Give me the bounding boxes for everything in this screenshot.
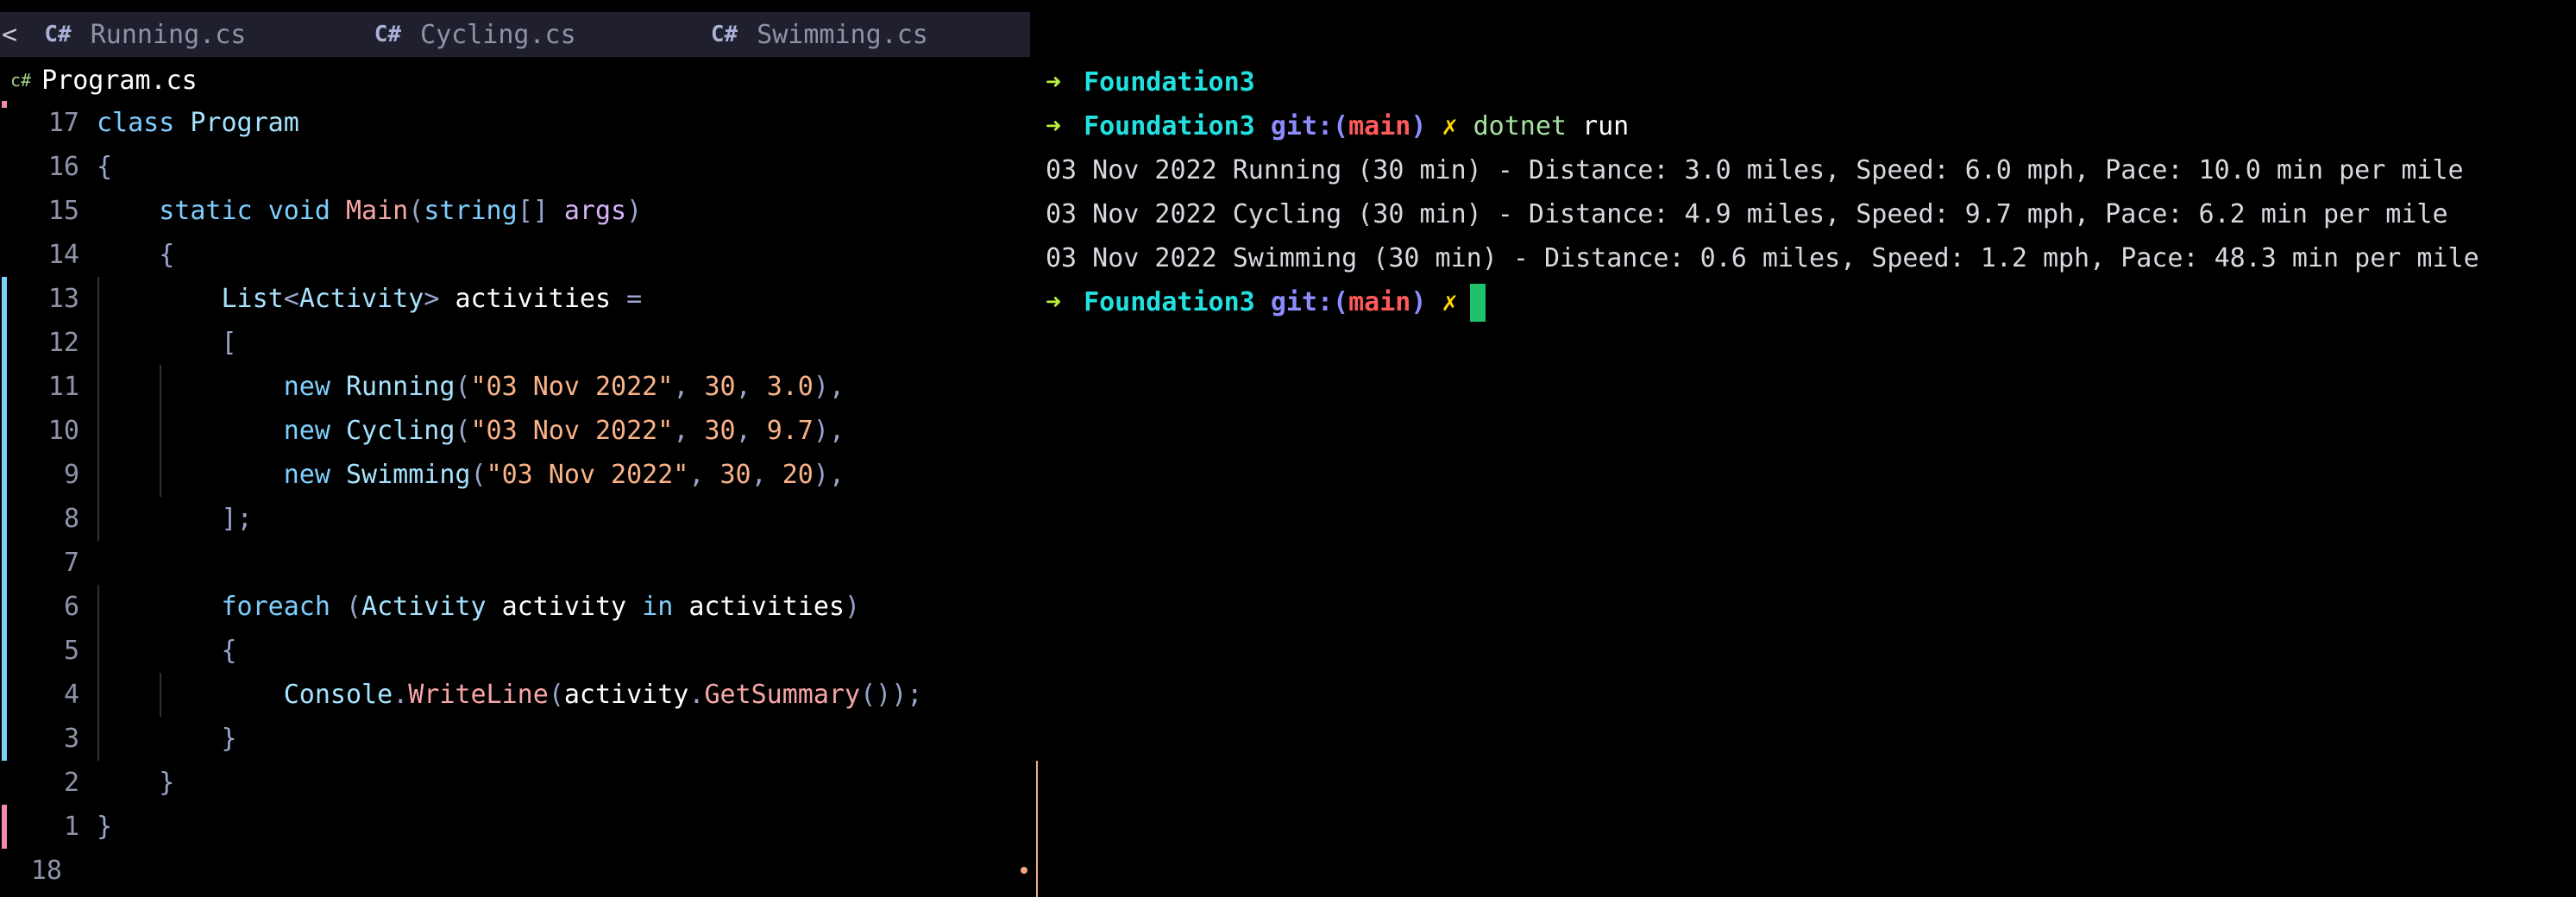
line-number: 10: [47, 416, 79, 446]
line-text: List<Activity> activities =: [221, 284, 643, 314]
pane-divider[interactable]: [1036, 761, 1038, 897]
terminal-prompt-line: ➜ Foundation3: [1046, 60, 2573, 104]
code-line[interactable]: 13 List<Activity> activities =: [0, 277, 1027, 321]
line-text: class Program: [97, 108, 299, 138]
git-suffix: ): [1411, 111, 1427, 141]
line-text: {: [221, 636, 237, 666]
line-number: 18: [30, 856, 62, 886]
line-number: 13: [47, 284, 79, 314]
git-suffix: ): [1411, 287, 1427, 317]
prompt-arrow-icon: ➜: [1046, 67, 1062, 97]
winbar-filename[interactable]: Program.cs: [41, 66, 198, 96]
tab-label: Swimming.cs: [757, 19, 928, 50]
line-number: 5: [63, 636, 79, 666]
tab-running[interactable]: C# Running.cs: [27, 20, 356, 50]
line-number: 2: [63, 768, 79, 798]
terminal-pane[interactable]: ➜ Foundation3 ➜ Foundation3 git:(main) ✗…: [1046, 60, 2573, 324]
line-text: static void Main(string[] args): [159, 196, 643, 226]
code-line[interactable]: 12 [: [0, 321, 1027, 365]
modified-indicator-dot: [1021, 867, 1027, 874]
line-number: 15: [47, 196, 79, 226]
csharp-file-icon: C#: [44, 22, 72, 47]
line-number: 6: [63, 592, 79, 622]
line-number: 8: [63, 504, 79, 534]
code-line[interactable]: 2 }: [0, 761, 1027, 805]
prompt-dir: Foundation3: [1084, 287, 1255, 317]
terminal-output-line: 03 Nov 2022 Swimming (30 min) - Distance…: [1046, 243, 2479, 273]
prompt-dir: Foundation3: [1084, 67, 1255, 97]
csharp-file-icon: C#: [710, 22, 738, 47]
code-line[interactable]: 17 class Program: [0, 101, 1027, 145]
git-dirty-icon: ✗: [1442, 111, 1458, 141]
line-number: 14: [47, 240, 79, 270]
code-line[interactable]: 16 {: [0, 145, 1027, 189]
line-text: ];: [221, 504, 253, 534]
terminal-cursor[interactable]: [1469, 283, 1486, 322]
code-line[interactable]: 10 new Cycling("03 Nov 2022", 30, 9.7),: [0, 409, 1027, 453]
code-line[interactable]: 15 static void Main(string[] args): [0, 189, 1027, 233]
code-line[interactable]: 3 }: [0, 717, 1027, 761]
git-dirty-icon: ✗: [1442, 287, 1458, 317]
git-prefix: git:(: [1270, 111, 1349, 141]
code-line[interactable]: 14 {: [0, 233, 1027, 277]
code-line[interactable]: 11 new Running("03 Nov 2022", 30, 3.0),: [0, 365, 1027, 409]
line-number: 1: [63, 812, 79, 842]
line-text: }: [221, 724, 237, 754]
line-text: [: [221, 328, 237, 358]
line-number: 11: [47, 372, 79, 402]
code-line[interactable]: 4 Console.WriteLine(activity.GetSummary(…: [0, 673, 1027, 717]
code-line[interactable]: 8 ];: [0, 497, 1027, 541]
line-text: foreach (Activity activity in activities…: [221, 592, 861, 622]
terminal-output-line: 03 Nov 2022 Running (30 min) - Distance:…: [1046, 155, 2464, 185]
code-line[interactable]: 1}: [0, 805, 1027, 849]
code-editor-pane[interactable]: < C# Running.cs C# Cycling.cs C# Swimmin…: [0, 0, 1030, 897]
tab-bar: < C# Running.cs C# Cycling.cs C# Swimmin…: [0, 12, 1030, 57]
code-line[interactable]: 18: [0, 849, 1027, 893]
code-line[interactable]: 5 {: [0, 629, 1027, 673]
terminal-prompt-line[interactable]: ➜ Foundation3 git:(main) ✗: [1046, 280, 2573, 324]
tab-label: Cycling.cs: [420, 19, 576, 50]
command-name: dotnet: [1473, 111, 1567, 141]
tab-label: Running.cs: [90, 19, 247, 50]
line-text: Console.WriteLine(activity.GetSummary())…: [283, 680, 923, 710]
command-arg: run: [1582, 111, 1630, 141]
line-text: new Running("03 Nov 2022", 30, 3.0),: [283, 372, 845, 402]
code-line[interactable]: 9 new Swimming("03 Nov 2022", 30, 20),: [0, 453, 1027, 497]
tab-cycling[interactable]: C# Cycling.cs: [357, 20, 694, 50]
line-number: 17: [47, 108, 79, 138]
prompt-dir: Foundation3: [1084, 111, 1255, 141]
line-number: 9: [63, 460, 79, 490]
csharp-file-icon: c#: [10, 70, 32, 91]
csharp-file-icon: C#: [374, 22, 402, 47]
prompt-arrow-icon: ➜: [1046, 287, 1062, 317]
winbar: c# Program.cs: [0, 60, 198, 100]
line-text: }: [159, 768, 175, 798]
code-line[interactable]: 6 foreach (Activity activity in activiti…: [0, 585, 1027, 629]
line-text: }: [97, 812, 113, 842]
git-change-sign: [2, 101, 7, 108]
line-number: 7: [63, 548, 79, 578]
tab-scroll-left[interactable]: <: [0, 20, 27, 50]
git-branch: main: [1348, 287, 1411, 317]
terminal-output-line: 03 Nov 2022 Cycling (30 min) - Distance:…: [1046, 199, 2448, 229]
line-number: 3: [63, 724, 79, 754]
line-number: 4: [63, 680, 79, 710]
line-number: 16: [47, 152, 79, 182]
tab-swimming[interactable]: C# Swimming.cs: [694, 20, 1030, 50]
line-text: new Swimming("03 Nov 2022", 30, 20),: [283, 460, 845, 490]
line-number: 12: [47, 328, 79, 358]
terminal-prompt-line: ➜ Foundation3 git:(main) ✗ dotnet run: [1046, 104, 2573, 148]
line-text: {: [159, 240, 175, 270]
line-text: new Cycling("03 Nov 2022", 30, 9.7),: [283, 416, 845, 446]
line-text: {: [97, 152, 113, 182]
git-prefix: git:(: [1270, 287, 1349, 317]
code-line[interactable]: 7: [0, 541, 1027, 585]
prompt-arrow-icon: ➜: [1046, 111, 1062, 141]
git-branch: main: [1348, 111, 1411, 141]
